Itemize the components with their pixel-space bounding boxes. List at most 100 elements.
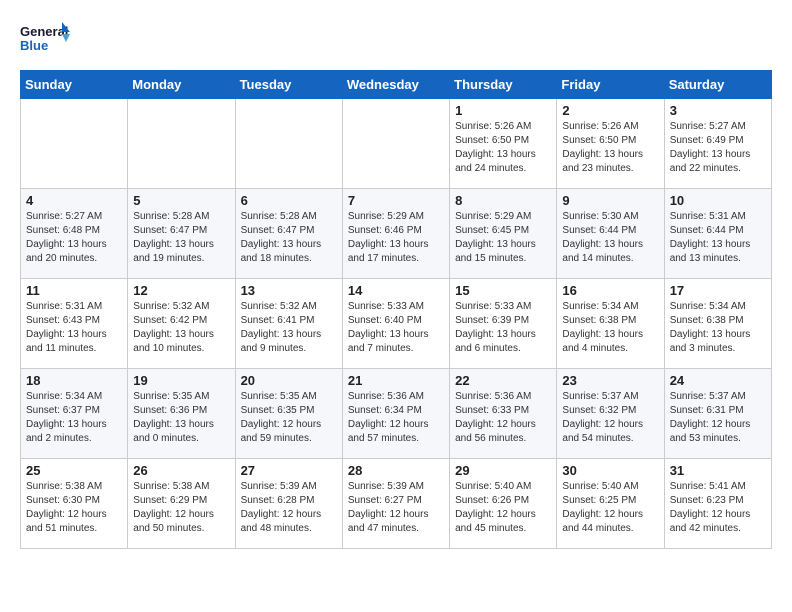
- day-info: Sunrise: 5:37 AM Sunset: 6:32 PM Dayligh…: [562, 390, 658, 446]
- day-number: 15: [455, 283, 551, 298]
- calendar-cell: 23 Sunrise: 5:37 AM Sunset: 6:32 PM Dayli…: [557, 369, 664, 459]
- calendar-cell: 1 Sunrise: 5:26 AM Sunset: 6:50 PM Daylig…: [450, 99, 557, 189]
- day-number: 22: [455, 373, 551, 388]
- day-number: 27: [241, 463, 337, 478]
- day-number: 17: [670, 283, 766, 298]
- day-number: 16: [562, 283, 658, 298]
- calendar-table: SundayMondayTuesdayWednesdayThursdayFrid…: [20, 70, 772, 549]
- day-info: Sunrise: 5:26 AM Sunset: 6:50 PM Dayligh…: [455, 120, 551, 176]
- day-info: Sunrise: 5:30 AM Sunset: 6:44 PM Dayligh…: [562, 210, 658, 266]
- weekday-header-saturday: Saturday: [664, 71, 771, 99]
- day-number: 7: [348, 193, 444, 208]
- calendar-cell: [21, 99, 128, 189]
- calendar-cell: 30 Sunrise: 5:40 AM Sunset: 6:25 PM Dayli…: [557, 459, 664, 549]
- day-info: Sunrise: 5:40 AM Sunset: 6:26 PM Dayligh…: [455, 480, 551, 536]
- calendar-body: 1 Sunrise: 5:26 AM Sunset: 6:50 PM Daylig…: [21, 99, 772, 549]
- day-number: 2: [562, 103, 658, 118]
- day-info: Sunrise: 5:27 AM Sunset: 6:49 PM Dayligh…: [670, 120, 766, 176]
- calendar-cell: 2 Sunrise: 5:26 AM Sunset: 6:50 PM Daylig…: [557, 99, 664, 189]
- calendar-cell: 16 Sunrise: 5:34 AM Sunset: 6:38 PM Dayli…: [557, 279, 664, 369]
- calendar-cell: 12 Sunrise: 5:32 AM Sunset: 6:42 PM Dayli…: [128, 279, 235, 369]
- calendar-cell: 27 Sunrise: 5:39 AM Sunset: 6:28 PM Dayli…: [235, 459, 342, 549]
- calendar-cell: 13 Sunrise: 5:32 AM Sunset: 6:41 PM Dayli…: [235, 279, 342, 369]
- weekday-header-tuesday: Tuesday: [235, 71, 342, 99]
- day-info: Sunrise: 5:29 AM Sunset: 6:45 PM Dayligh…: [455, 210, 551, 266]
- day-info: Sunrise: 5:36 AM Sunset: 6:33 PM Dayligh…: [455, 390, 551, 446]
- calendar-week-5: 25 Sunrise: 5:38 AM Sunset: 6:30 PM Dayli…: [21, 459, 772, 549]
- calendar-cell: [235, 99, 342, 189]
- day-number: 12: [133, 283, 229, 298]
- day-number: 6: [241, 193, 337, 208]
- day-info: Sunrise: 5:29 AM Sunset: 6:46 PM Dayligh…: [348, 210, 444, 266]
- day-number: 25: [26, 463, 122, 478]
- day-number: 21: [348, 373, 444, 388]
- day-number: 19: [133, 373, 229, 388]
- day-number: 18: [26, 373, 122, 388]
- day-info: Sunrise: 5:38 AM Sunset: 6:30 PM Dayligh…: [26, 480, 122, 536]
- calendar-cell: 4 Sunrise: 5:27 AM Sunset: 6:48 PM Daylig…: [21, 189, 128, 279]
- day-number: 23: [562, 373, 658, 388]
- calendar-cell: 10Sunrise: 5:31 AM Sunset: 6:44 PM Dayli…: [664, 189, 771, 279]
- day-number: 3: [670, 103, 766, 118]
- calendar-cell: 14 Sunrise: 5:33 AM Sunset: 6:40 PM Dayli…: [342, 279, 449, 369]
- day-info: Sunrise: 5:33 AM Sunset: 6:40 PM Dayligh…: [348, 300, 444, 356]
- svg-text:Blue: Blue: [20, 38, 48, 53]
- day-info: Sunrise: 5:35 AM Sunset: 6:35 PM Dayligh…: [241, 390, 337, 446]
- day-number: 31: [670, 463, 766, 478]
- weekday-header-sunday: Sunday: [21, 71, 128, 99]
- calendar-cell: 8 Sunrise: 5:29 AM Sunset: 6:45 PM Daylig…: [450, 189, 557, 279]
- logo-svg: General Blue: [20, 20, 70, 60]
- day-info: Sunrise: 5:36 AM Sunset: 6:34 PM Dayligh…: [348, 390, 444, 446]
- day-info: Sunrise: 5:28 AM Sunset: 6:47 PM Dayligh…: [133, 210, 229, 266]
- day-number: 20: [241, 373, 337, 388]
- day-number: 13: [241, 283, 337, 298]
- day-info: Sunrise: 5:32 AM Sunset: 6:41 PM Dayligh…: [241, 300, 337, 356]
- calendar-week-3: 11 Sunrise: 5:31 AM Sunset: 6:43 PM Dayli…: [21, 279, 772, 369]
- page-header: General Blue: [20, 20, 772, 60]
- day-number: 1: [455, 103, 551, 118]
- day-info: Sunrise: 5:39 AM Sunset: 6:27 PM Dayligh…: [348, 480, 444, 536]
- day-number: 5: [133, 193, 229, 208]
- calendar-cell: 28 Sunrise: 5:39 AM Sunset: 6:27 PM Dayli…: [342, 459, 449, 549]
- day-number: 14: [348, 283, 444, 298]
- day-info: Sunrise: 5:38 AM Sunset: 6:29 PM Dayligh…: [133, 480, 229, 536]
- day-info: Sunrise: 5:40 AM Sunset: 6:25 PM Dayligh…: [562, 480, 658, 536]
- day-info: Sunrise: 5:31 AM Sunset: 6:43 PM Dayligh…: [26, 300, 122, 356]
- calendar-cell: 21 Sunrise: 5:36 AM Sunset: 6:34 PM Dayli…: [342, 369, 449, 459]
- day-info: Sunrise: 5:34 AM Sunset: 6:38 PM Dayligh…: [562, 300, 658, 356]
- calendar-cell: [342, 99, 449, 189]
- day-number: 11: [26, 283, 122, 298]
- day-info: Sunrise: 5:34 AM Sunset: 6:38 PM Dayligh…: [670, 300, 766, 356]
- calendar-cell: 18Sunrise: 5:34 AM Sunset: 6:37 PM Dayli…: [21, 369, 128, 459]
- day-info: Sunrise: 5:41 AM Sunset: 6:23 PM Dayligh…: [670, 480, 766, 536]
- svg-text:General: General: [20, 24, 68, 39]
- calendar-cell: 20 Sunrise: 5:35 AM Sunset: 6:35 PM Dayli…: [235, 369, 342, 459]
- calendar-cell: 15 Sunrise: 5:33 AM Sunset: 6:39 PM Dayli…: [450, 279, 557, 369]
- calendar-cell: 9Sunrise: 5:30 AM Sunset: 6:44 PM Daylig…: [557, 189, 664, 279]
- day-number: 29: [455, 463, 551, 478]
- day-number: 24: [670, 373, 766, 388]
- day-info: Sunrise: 5:26 AM Sunset: 6:50 PM Dayligh…: [562, 120, 658, 176]
- calendar-cell: 31 Sunrise: 5:41 AM Sunset: 6:23 PM Dayli…: [664, 459, 771, 549]
- day-info: Sunrise: 5:39 AM Sunset: 6:28 PM Dayligh…: [241, 480, 337, 536]
- calendar-cell: 5 Sunrise: 5:28 AM Sunset: 6:47 PM Daylig…: [128, 189, 235, 279]
- day-number: 28: [348, 463, 444, 478]
- day-number: 4: [26, 193, 122, 208]
- day-info: Sunrise: 5:33 AM Sunset: 6:39 PM Dayligh…: [455, 300, 551, 356]
- weekday-header-wednesday: Wednesday: [342, 71, 449, 99]
- day-info: Sunrise: 5:27 AM Sunset: 6:48 PM Dayligh…: [26, 210, 122, 266]
- calendar-week-1: 1 Sunrise: 5:26 AM Sunset: 6:50 PM Daylig…: [21, 99, 772, 189]
- weekday-header-monday: Monday: [128, 71, 235, 99]
- day-number: 8: [455, 193, 551, 208]
- day-info: Sunrise: 5:32 AM Sunset: 6:42 PM Dayligh…: [133, 300, 229, 356]
- day-number: 30: [562, 463, 658, 478]
- weekday-header-friday: Friday: [557, 71, 664, 99]
- calendar-week-4: 18Sunrise: 5:34 AM Sunset: 6:37 PM Dayli…: [21, 369, 772, 459]
- calendar-week-2: 4 Sunrise: 5:27 AM Sunset: 6:48 PM Daylig…: [21, 189, 772, 279]
- day-number: 10: [670, 193, 766, 208]
- calendar-cell: 17 Sunrise: 5:34 AM Sunset: 6:38 PM Dayli…: [664, 279, 771, 369]
- day-info: Sunrise: 5:37 AM Sunset: 6:31 PM Dayligh…: [670, 390, 766, 446]
- calendar-cell: 7 Sunrise: 5:29 AM Sunset: 6:46 PM Daylig…: [342, 189, 449, 279]
- calendar-cell: [128, 99, 235, 189]
- day-number: 26: [133, 463, 229, 478]
